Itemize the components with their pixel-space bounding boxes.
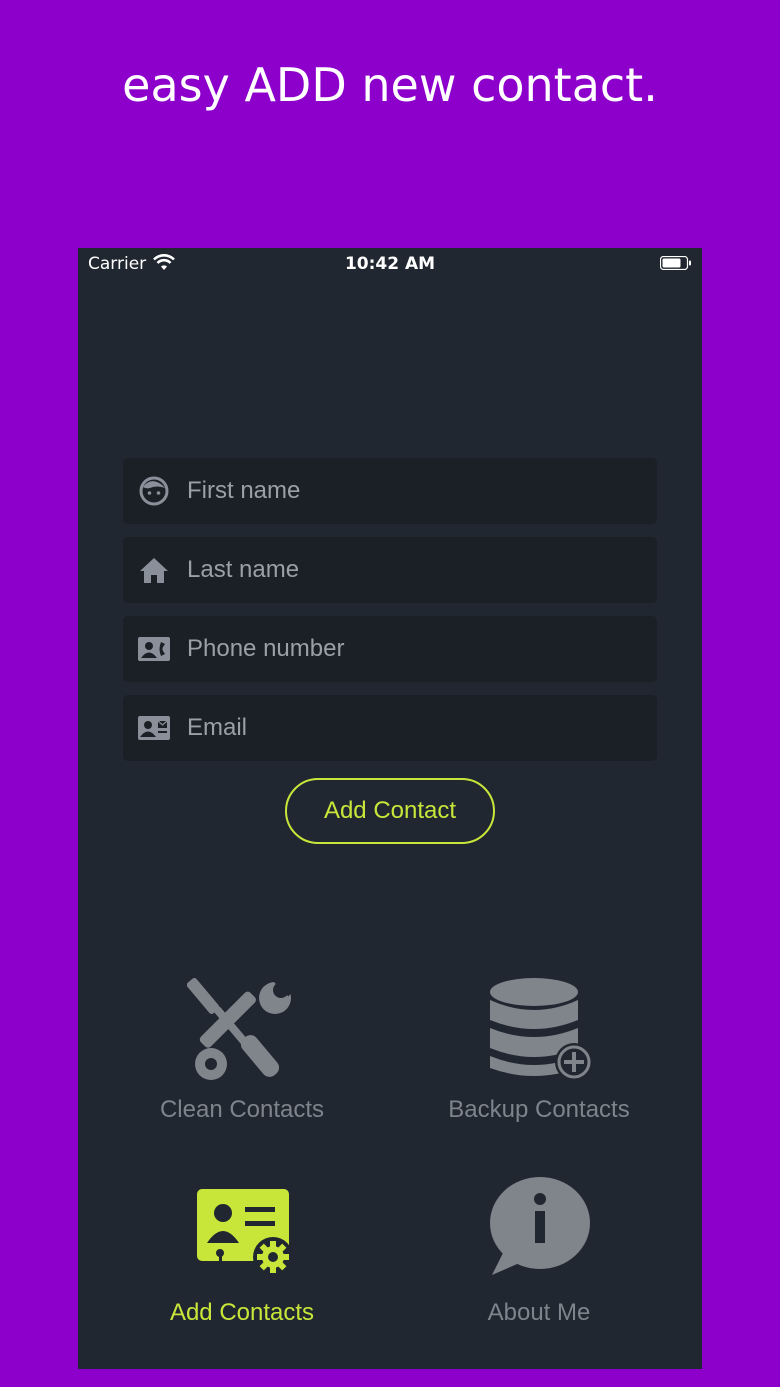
clock: 10:42 AM <box>344 254 436 274</box>
email-field[interactable]: Email <box>123 695 657 761</box>
home-icon <box>140 558 168 583</box>
menu-item-add-contacts[interactable]: Add Contacts <box>92 1183 392 1327</box>
last-name-placeholder: Last name <box>187 556 300 583</box>
menu-item-clean-contacts[interactable]: Clean Contacts <box>92 976 392 1124</box>
menu-item-label: Add Contacts <box>169 1299 315 1326</box>
tools-icon <box>187 976 296 1080</box>
first-name-field[interactable]: First name <box>123 458 657 524</box>
menu-item-backup-contacts[interactable]: Backup Contacts <box>389 976 689 1124</box>
phone-number-field[interactable]: Phone number <box>123 616 657 682</box>
phone-number-placeholder: Phone number <box>187 635 345 662</box>
menu-item-label: Clean Contacts <box>159 1096 325 1123</box>
contact-card-mail-icon <box>138 716 170 740</box>
last-name-field[interactable]: Last name <box>123 537 657 603</box>
info-bubble-icon <box>490 1177 590 1275</box>
email-placeholder: Email <box>187 714 248 741</box>
first-name-placeholder: First name <box>187 477 301 504</box>
contact-card-phone-icon <box>138 637 170 661</box>
phone-screen: Carrier 10:42 AM First name Last name Ph… <box>78 248 702 1369</box>
menu-item-about-me[interactable]: About Me <box>389 1173 689 1327</box>
promo-headline: easy ADD new contact. <box>122 58 658 112</box>
battery-icon <box>660 256 691 270</box>
face-icon <box>139 476 169 506</box>
add-contact-button[interactable]: Add Contact <box>285 778 495 844</box>
contact-card-gear-icon <box>197 1189 293 1277</box>
status-bar: Carrier 10:42 AM <box>78 248 702 280</box>
menu-item-label: Backup Contacts <box>448 1096 630 1123</box>
menu-item-label: About Me <box>487 1299 591 1326</box>
database-add-icon <box>490 978 593 1081</box>
